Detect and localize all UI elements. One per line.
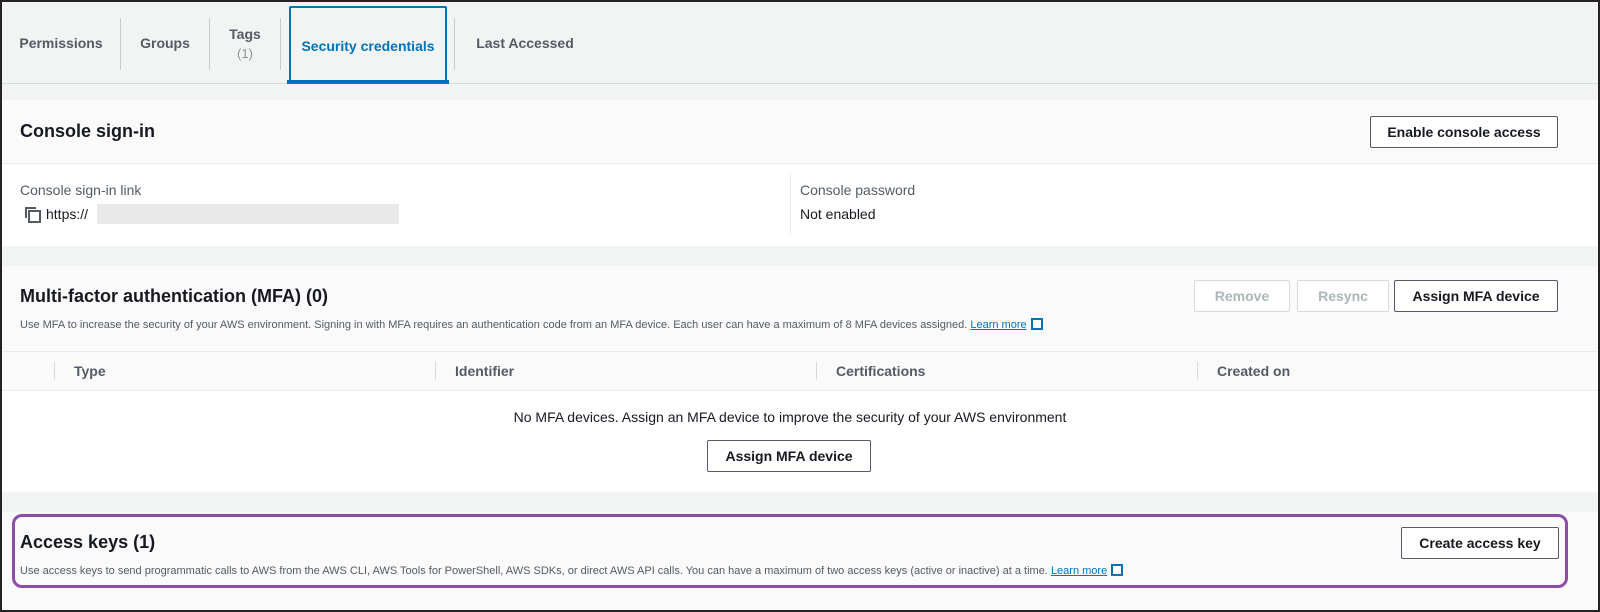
- enable-console-access-button[interactable]: Enable console access: [1370, 116, 1558, 148]
- tab-tags[interactable]: Tags (1): [210, 2, 280, 84]
- tab-security-credentials[interactable]: Security credentials: [289, 6, 447, 84]
- mfa-learn-more-link[interactable]: Learn more: [970, 319, 1026, 331]
- tab-permissions[interactable]: Permissions: [2, 2, 120, 84]
- access-keys-learn-more-link[interactable]: Learn more: [1051, 565, 1107, 577]
- column-divider: [435, 362, 436, 380]
- access-keys-description-text: Use access keys to send programmatic cal…: [20, 565, 1048, 577]
- console-signin-link-value[interactable]: https://: [46, 206, 88, 222]
- tab-label: Tags: [229, 25, 261, 42]
- column-divider: [54, 362, 55, 380]
- external-link-icon: [1030, 318, 1043, 330]
- tab-bar: Permissions Groups Tags (1) Security cre…: [2, 2, 1598, 84]
- tab-count: (1): [237, 45, 253, 61]
- tab-label: Permissions: [19, 35, 103, 51]
- mfa-header: Multi-factor authentication (MFA) (0) Us…: [2, 266, 1598, 352]
- mfa-description-text: Use MFA to increase the security of your…: [20, 319, 968, 331]
- console-signin-link-label: Console sign-in link: [20, 182, 142, 198]
- column-header-type[interactable]: Type: [74, 363, 106, 379]
- column-header-certifications[interactable]: Certifications: [836, 363, 925, 379]
- console-password-value: Not enabled: [800, 206, 876, 222]
- assign-mfa-device-empty-button[interactable]: Assign MFA device: [707, 440, 871, 472]
- column-divider: [790, 174, 791, 234]
- mfa-table-header: Type Identifier Certifications Created o…: [2, 352, 1598, 391]
- mfa-panel: Multi-factor authentication (MFA) (0) Us…: [2, 266, 1598, 492]
- resync-mfa-button[interactable]: Resync: [1297, 280, 1389, 312]
- assign-mfa-device-button[interactable]: Assign MFA device: [1394, 280, 1558, 312]
- mfa-empty-message: No MFA devices. Assign an MFA device to …: [513, 409, 1067, 425]
- remove-mfa-button[interactable]: Remove: [1194, 280, 1290, 312]
- access-keys-description: Use access keys to send programmatic cal…: [20, 564, 1124, 577]
- column-divider: [816, 362, 817, 380]
- tab-last-accessed[interactable]: Last Accessed: [455, 2, 595, 84]
- mfa-title: Multi-factor authentication (MFA) (0): [20, 286, 328, 306]
- active-tab-indicator: [287, 80, 449, 84]
- iam-user-security-credentials-view: Permissions Groups Tags (1) Security cre…: [0, 0, 1600, 612]
- column-header-created-on[interactable]: Created on: [1217, 363, 1290, 379]
- redacted-url: [97, 204, 399, 224]
- create-access-key-button[interactable]: Create access key: [1401, 527, 1559, 559]
- console-signin-title: Console sign-in: [20, 121, 155, 141]
- copy-icon[interactable]: [24, 206, 42, 224]
- console-password-label: Console password: [800, 182, 916, 198]
- access-keys-title: Access keys (1): [20, 532, 156, 552]
- console-signin-header: Console sign-in Enable console access: [2, 100, 1598, 164]
- tab-label: Groups: [140, 35, 190, 51]
- console-signin-panel: Console sign-in Enable console access Co…: [2, 100, 1598, 246]
- external-link-icon: [1111, 564, 1124, 576]
- tab-groups[interactable]: Groups: [121, 2, 209, 84]
- access-keys-panel: Access keys (1) Use access keys to send …: [2, 512, 1598, 610]
- tab-label: Last Accessed: [476, 35, 574, 51]
- column-header-identifier[interactable]: Identifier: [455, 363, 514, 379]
- mfa-description: Use MFA to increase the security of your…: [20, 318, 1043, 331]
- tab-label: Security credentials: [301, 38, 435, 54]
- tab-divider: [280, 18, 281, 70]
- column-divider: [1197, 362, 1198, 380]
